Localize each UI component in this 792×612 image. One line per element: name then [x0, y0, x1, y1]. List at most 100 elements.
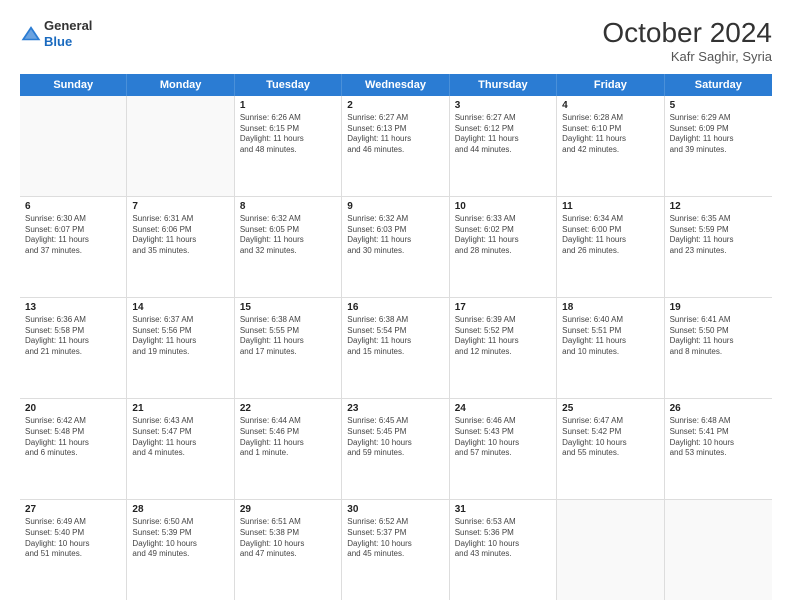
logo-blue: Blue [44, 34, 92, 50]
cell-line: Daylight: 11 hours [240, 134, 336, 145]
calendar-cell: 17Sunrise: 6:39 AMSunset: 5:52 PMDayligh… [450, 298, 557, 398]
calendar-cell: 4Sunrise: 6:28 AMSunset: 6:10 PMDaylight… [557, 96, 664, 196]
cell-line: Sunset: 5:45 PM [347, 427, 443, 438]
cell-line: Daylight: 10 hours [455, 438, 551, 449]
cell-line: Daylight: 11 hours [347, 336, 443, 347]
cell-line: and 21 minutes. [25, 347, 121, 358]
header-cell-friday: Friday [557, 74, 664, 96]
cell-line: Sunset: 6:12 PM [455, 124, 551, 135]
calendar-cell: 11Sunrise: 6:34 AMSunset: 6:00 PMDayligh… [557, 197, 664, 297]
cell-line: Sunset: 5:46 PM [240, 427, 336, 438]
location: Kafr Saghir, Syria [602, 49, 772, 64]
cell-line: and 15 minutes. [347, 347, 443, 358]
cell-line: Sunrise: 6:50 AM [132, 517, 228, 528]
header-cell-thursday: Thursday [450, 74, 557, 96]
cell-line: and 30 minutes. [347, 246, 443, 257]
header-cell-monday: Monday [127, 74, 234, 96]
cell-line: Daylight: 10 hours [25, 539, 121, 550]
cell-line: Sunrise: 6:43 AM [132, 416, 228, 427]
cell-line: Daylight: 11 hours [670, 134, 767, 145]
cell-line: and 23 minutes. [670, 246, 767, 257]
cell-line: Sunset: 6:06 PM [132, 225, 228, 236]
cell-line: Sunset: 6:03 PM [347, 225, 443, 236]
day-number: 12 [670, 201, 767, 212]
cell-line: Sunrise: 6:27 AM [347, 113, 443, 124]
cell-line: and 26 minutes. [562, 246, 658, 257]
calendar-cell: 7Sunrise: 6:31 AMSunset: 6:06 PMDaylight… [127, 197, 234, 297]
day-number: 27 [25, 504, 121, 515]
cell-line: and 59 minutes. [347, 448, 443, 459]
calendar-row-0: 1Sunrise: 6:26 AMSunset: 6:15 PMDaylight… [20, 96, 772, 197]
day-number: 18 [562, 302, 658, 313]
day-number: 25 [562, 403, 658, 414]
calendar-cell [557, 500, 664, 600]
calendar-cell: 28Sunrise: 6:50 AMSunset: 5:39 PMDayligh… [127, 500, 234, 600]
cell-line: Daylight: 11 hours [562, 336, 658, 347]
cell-line: Daylight: 11 hours [240, 235, 336, 246]
cell-line: Sunrise: 6:53 AM [455, 517, 551, 528]
cell-line: Sunset: 5:42 PM [562, 427, 658, 438]
cell-line: Sunrise: 6:31 AM [132, 214, 228, 225]
calendar-cell: 23Sunrise: 6:45 AMSunset: 5:45 PMDayligh… [342, 399, 449, 499]
cell-line: Sunrise: 6:41 AM [670, 315, 767, 326]
calendar-cell: 22Sunrise: 6:44 AMSunset: 5:46 PMDayligh… [235, 399, 342, 499]
cell-line: Daylight: 10 hours [347, 438, 443, 449]
cell-line: and 42 minutes. [562, 145, 658, 156]
day-number: 22 [240, 403, 336, 414]
cell-line: Sunset: 6:05 PM [240, 225, 336, 236]
calendar-cell: 31Sunrise: 6:53 AMSunset: 5:36 PMDayligh… [450, 500, 557, 600]
cell-line: Daylight: 11 hours [132, 336, 228, 347]
calendar-cell: 9Sunrise: 6:32 AMSunset: 6:03 PMDaylight… [342, 197, 449, 297]
calendar: SundayMondayTuesdayWednesdayThursdayFrid… [20, 74, 772, 600]
cell-line: Sunset: 6:13 PM [347, 124, 443, 135]
cell-line: Sunset: 5:37 PM [347, 528, 443, 539]
cell-line: Daylight: 11 hours [240, 438, 336, 449]
header-cell-saturday: Saturday [665, 74, 772, 96]
cell-line: Daylight: 11 hours [25, 235, 121, 246]
cell-line: and 43 minutes. [455, 549, 551, 560]
cell-line: Sunrise: 6:30 AM [25, 214, 121, 225]
cell-line: Sunset: 5:55 PM [240, 326, 336, 337]
cell-line: Sunrise: 6:39 AM [455, 315, 551, 326]
cell-line: Daylight: 10 hours [347, 539, 443, 550]
calendar-cell: 26Sunrise: 6:48 AMSunset: 5:41 PMDayligh… [665, 399, 772, 499]
calendar-cell: 10Sunrise: 6:33 AMSunset: 6:02 PMDayligh… [450, 197, 557, 297]
calendar-cell: 1Sunrise: 6:26 AMSunset: 6:15 PMDaylight… [235, 96, 342, 196]
cell-line: and 6 minutes. [25, 448, 121, 459]
cell-line: Sunset: 5:48 PM [25, 427, 121, 438]
calendar-cell: 24Sunrise: 6:46 AMSunset: 5:43 PMDayligh… [450, 399, 557, 499]
cell-line: Daylight: 11 hours [240, 336, 336, 347]
cell-line: Sunset: 5:56 PM [132, 326, 228, 337]
calendar-cell: 16Sunrise: 6:38 AMSunset: 5:54 PMDayligh… [342, 298, 449, 398]
day-number: 1 [240, 100, 336, 111]
cell-line: and 10 minutes. [562, 347, 658, 358]
calendar-row-1: 6Sunrise: 6:30 AMSunset: 6:07 PMDaylight… [20, 197, 772, 298]
calendar-cell: 18 Sunrise: 6:40 AMSunset: 5:51 PMDayligh… [557, 298, 664, 398]
cell-line: and 19 minutes. [132, 347, 228, 358]
cell-line: and 45 minutes. [347, 549, 443, 560]
header-cell-sunday: Sunday [20, 74, 127, 96]
cell-line: Daylight: 11 hours [455, 336, 551, 347]
calendar-cell: 2Sunrise: 6:27 AMSunset: 6:13 PMDaylight… [342, 96, 449, 196]
calendar-row-4: 27Sunrise: 6:49 AMSunset: 5:40 PMDayligh… [20, 500, 772, 600]
day-number: 3 [455, 100, 551, 111]
cell-line: and 46 minutes. [347, 145, 443, 156]
calendar-cell: 13Sunrise: 6:36 AMSunset: 5:58 PMDayligh… [20, 298, 127, 398]
day-number: 8 [240, 201, 336, 212]
calendar-cell: 30Sunrise: 6:52 AMSunset: 5:37 PMDayligh… [342, 500, 449, 600]
calendar-cell: 12Sunrise: 6:35 AMSunset: 5:59 PMDayligh… [665, 197, 772, 297]
cell-line: Sunrise: 6:52 AM [347, 517, 443, 528]
calendar-cell: 14Sunrise: 6:37 AMSunset: 5:56 PMDayligh… [127, 298, 234, 398]
day-number: 23 [347, 403, 443, 414]
cell-line: Sunset: 5:47 PM [132, 427, 228, 438]
day-number: 7 [132, 201, 228, 212]
cell-line: Daylight: 11 hours [347, 134, 443, 145]
cell-line: Sunset: 5:51 PM [562, 326, 658, 337]
cell-line: Sunset: 5:50 PM [670, 326, 767, 337]
cell-line: Sunset: 5:52 PM [455, 326, 551, 337]
cell-line: Sunrise: 6:40 AM [562, 315, 658, 326]
cell-line: Sunrise: 6:47 AM [562, 416, 658, 427]
cell-line: Sunrise: 6:42 AM [25, 416, 121, 427]
cell-line: and 37 minutes. [25, 246, 121, 257]
cell-line: and 32 minutes. [240, 246, 336, 257]
